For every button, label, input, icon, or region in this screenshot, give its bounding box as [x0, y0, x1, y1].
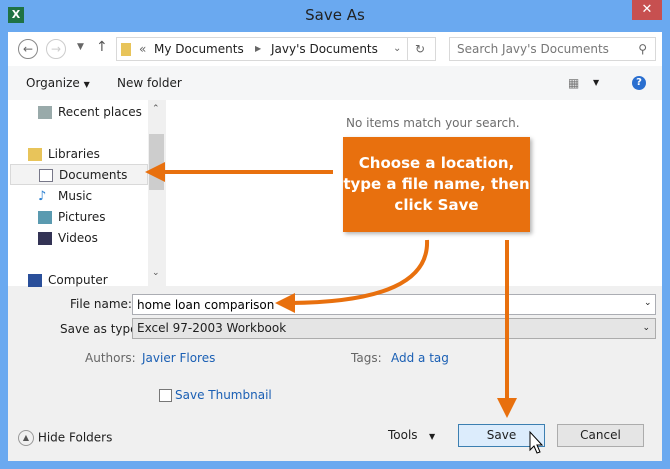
arrowhead [497, 398, 517, 418]
arrowhead [145, 162, 165, 182]
instruction-callout: Choose a location, type a file name, the… [343, 137, 530, 232]
annotation-arrows [145, 162, 544, 454]
arrow-to-file-name [289, 239, 430, 305]
arrowhead [275, 293, 295, 313]
mouse-cursor-icon [529, 430, 544, 454]
